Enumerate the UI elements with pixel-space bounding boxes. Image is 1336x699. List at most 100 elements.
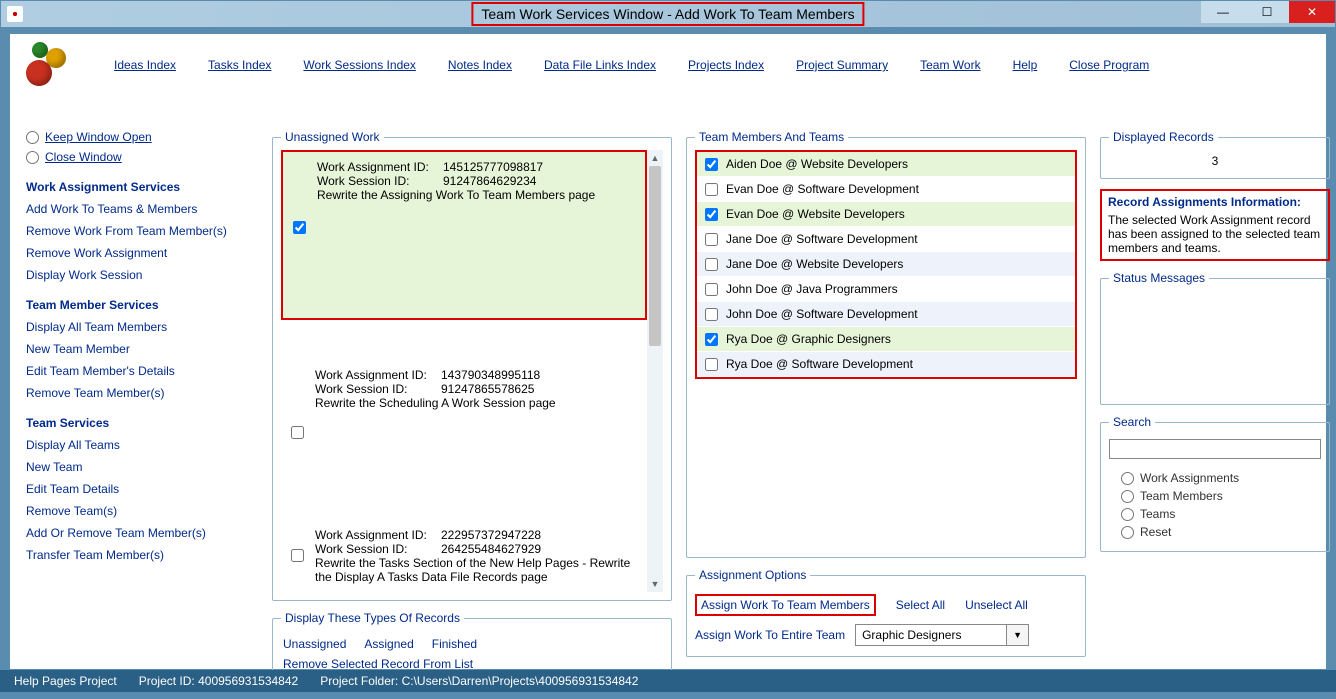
menu-projects[interactable]: Projects Index [688,58,764,72]
link-edit-team[interactable]: Edit Team Details [26,482,258,496]
member-label: Rya Doe @ Software Development [726,357,913,371]
assignment-options-legend: Assignment Options [695,568,810,582]
work-item-checkbox[interactable] [291,530,304,581]
search-option-label: Reset [1140,525,1171,539]
link-remove-team[interactable]: Remove Team(s) [26,504,258,518]
member-checkbox[interactable] [705,233,718,246]
menu-datafile-links[interactable]: Data File Links Index [544,58,656,72]
menu-project-summary[interactable]: Project Summary [796,58,888,72]
sidebar: Keep Window Open Close Window Work Assig… [22,130,258,657]
maximize-button[interactable]: ☐ [1245,1,1289,23]
filter-unassigned[interactable]: Unassigned [283,637,346,651]
menu-close-program[interactable]: Close Program [1069,58,1149,72]
search-input[interactable] [1109,439,1321,459]
member-row[interactable]: John Doe @ Java Programmers [697,277,1075,302]
assign-to-members-button[interactable]: Assign Work To Team Members [695,594,876,616]
search-option-label: Teams [1140,507,1175,521]
filter-assigned[interactable]: Assigned [364,637,413,651]
status-legend: Status Messages [1109,271,1209,285]
link-new-member[interactable]: New Team Member [26,342,258,356]
team-select-input[interactable] [856,625,1006,645]
radio-close-window[interactable]: Close Window [26,150,258,164]
footer-project-id: Project ID: 400956931534842 [139,674,298,688]
member-label: Rya Doe @ Graphic Designers [726,332,891,346]
member-checkbox[interactable] [705,208,718,221]
link-new-team[interactable]: New Team [26,460,258,474]
search-option-label: Work Assignments [1140,471,1239,485]
search-teams[interactable]: Teams [1121,507,1309,521]
member-row[interactable]: Evan Doe @ Software Development [697,177,1075,202]
work-item[interactable]: Work Assignment ID:145125777098817 Work … [281,150,647,320]
member-row[interactable]: Rya Doe @ Graphic Designers [697,327,1075,352]
work-item-desc: Rewrite the Scheduling A Work Session pa… [315,396,556,410]
unselect-all-button[interactable]: Unselect All [965,598,1028,612]
title-bar: Team Work Services Window - Add Work To … [0,0,1336,28]
link-add-work[interactable]: Add Work To Teams & Members [26,202,258,216]
member-label: Evan Doe @ Software Development [726,182,919,196]
member-row[interactable]: Evan Doe @ Website Developers [697,202,1075,227]
member-label: Aiden Doe @ Website Developers [726,157,908,171]
member-checkbox[interactable] [705,283,718,296]
team-select[interactable]: ▼ [855,624,1029,646]
member-checkbox[interactable] [705,183,718,196]
menubar: Ideas Index Tasks Index Work Sessions In… [10,34,1326,96]
link-edit-member[interactable]: Edit Team Member's Details [26,364,258,378]
link-remove-work-member[interactable]: Remove Work From Team Member(s) [26,224,258,238]
assignment-options: Assignment Options Assign Work To Team M… [686,568,1086,657]
member-row[interactable]: John Doe @ Software Development [697,302,1075,327]
filter-finished[interactable]: Finished [432,637,477,651]
work-item-checkbox[interactable] [293,162,306,293]
remove-selected-record[interactable]: Remove Selected Record From List [283,657,473,671]
scrollbar[interactable]: ▲ ▼ [647,150,663,592]
member-checkbox[interactable] [705,158,718,171]
work-item[interactable]: Work Assignment ID:222957372947228 Work … [281,520,647,592]
java-icon [7,6,23,22]
status-messages: Status Messages [1100,271,1330,405]
link-display-work-session[interactable]: Display Work Session [26,268,258,282]
select-all-button[interactable]: Select All [896,598,945,612]
member-checkbox[interactable] [705,358,718,371]
scroll-up-icon[interactable]: ▲ [647,150,663,166]
scroll-thumb[interactable] [649,166,661,346]
link-remove-work-assignment[interactable]: Remove Work Assignment [26,246,258,260]
member-row[interactable]: Jane Doe @ Website Developers [697,252,1075,277]
link-display-all-members[interactable]: Display All Team Members [26,320,258,334]
member-row[interactable]: Rya Doe @ Software Development [697,352,1075,377]
link-add-remove-member-team[interactable]: Add Or Remove Team Member(s) [26,526,258,540]
link-transfer-member[interactable]: Transfer Team Member(s) [26,548,258,562]
menu-tasks[interactable]: Tasks Index [208,58,271,72]
search-team-members[interactable]: Team Members [1121,489,1309,503]
menu-notes[interactable]: Notes Index [448,58,512,72]
member-checkbox[interactable] [705,258,718,271]
search: Search Work Assignments Team Members Tea… [1100,415,1330,552]
team-members: Team Members And Teams Aiden Doe @ Websi… [686,130,1086,558]
link-remove-member[interactable]: Remove Team Member(s) [26,386,258,400]
member-row[interactable]: Aiden Doe @ Website Developers [697,152,1075,177]
team-members-legend: Team Members And Teams [695,130,848,144]
member-checkbox[interactable] [705,308,718,321]
member-checkbox[interactable] [705,333,718,346]
search-work-assignments[interactable]: Work Assignments [1121,471,1309,485]
menu-help[interactable]: Help [1013,58,1038,72]
title-highlight: Team Work Services Window - Add Work To … [471,2,864,26]
scroll-down-icon[interactable]: ▼ [647,576,663,592]
work-item[interactable]: Work Assignment ID:143790348995118 Work … [281,360,647,520]
close-button[interactable]: ✕ [1289,1,1335,23]
minimize-button[interactable]: — [1201,1,1245,23]
radio-keep-open[interactable]: Keep Window Open [26,130,258,144]
work-item-checkbox[interactable] [291,370,304,495]
window-title: Team Work Services Window - Add Work To … [481,6,854,22]
chevron-down-icon[interactable]: ▼ [1006,625,1028,645]
value-session-id: 264255484627929 [441,542,541,556]
menu-ideas[interactable]: Ideas Index [114,58,176,72]
unassigned-list: Work Assignment ID:145125777098817 Work … [281,150,663,592]
menu-work-sessions[interactable]: Work Sessions Index [303,58,416,72]
link-display-all-teams[interactable]: Display All Teams [26,438,258,452]
search-reset[interactable]: Reset [1121,525,1309,539]
menu-team-work[interactable]: Team Work [920,58,980,72]
assign-to-team-button[interactable]: Assign Work To Entire Team [695,628,845,642]
section-work-assignment: Work Assignment Services [26,180,258,194]
members-list: Aiden Doe @ Website Developers Evan Doe @… [695,150,1077,379]
work-item-desc: Rewrite the Assigning Work To Team Membe… [317,188,595,202]
member-row[interactable]: Jane Doe @ Software Development [697,227,1075,252]
